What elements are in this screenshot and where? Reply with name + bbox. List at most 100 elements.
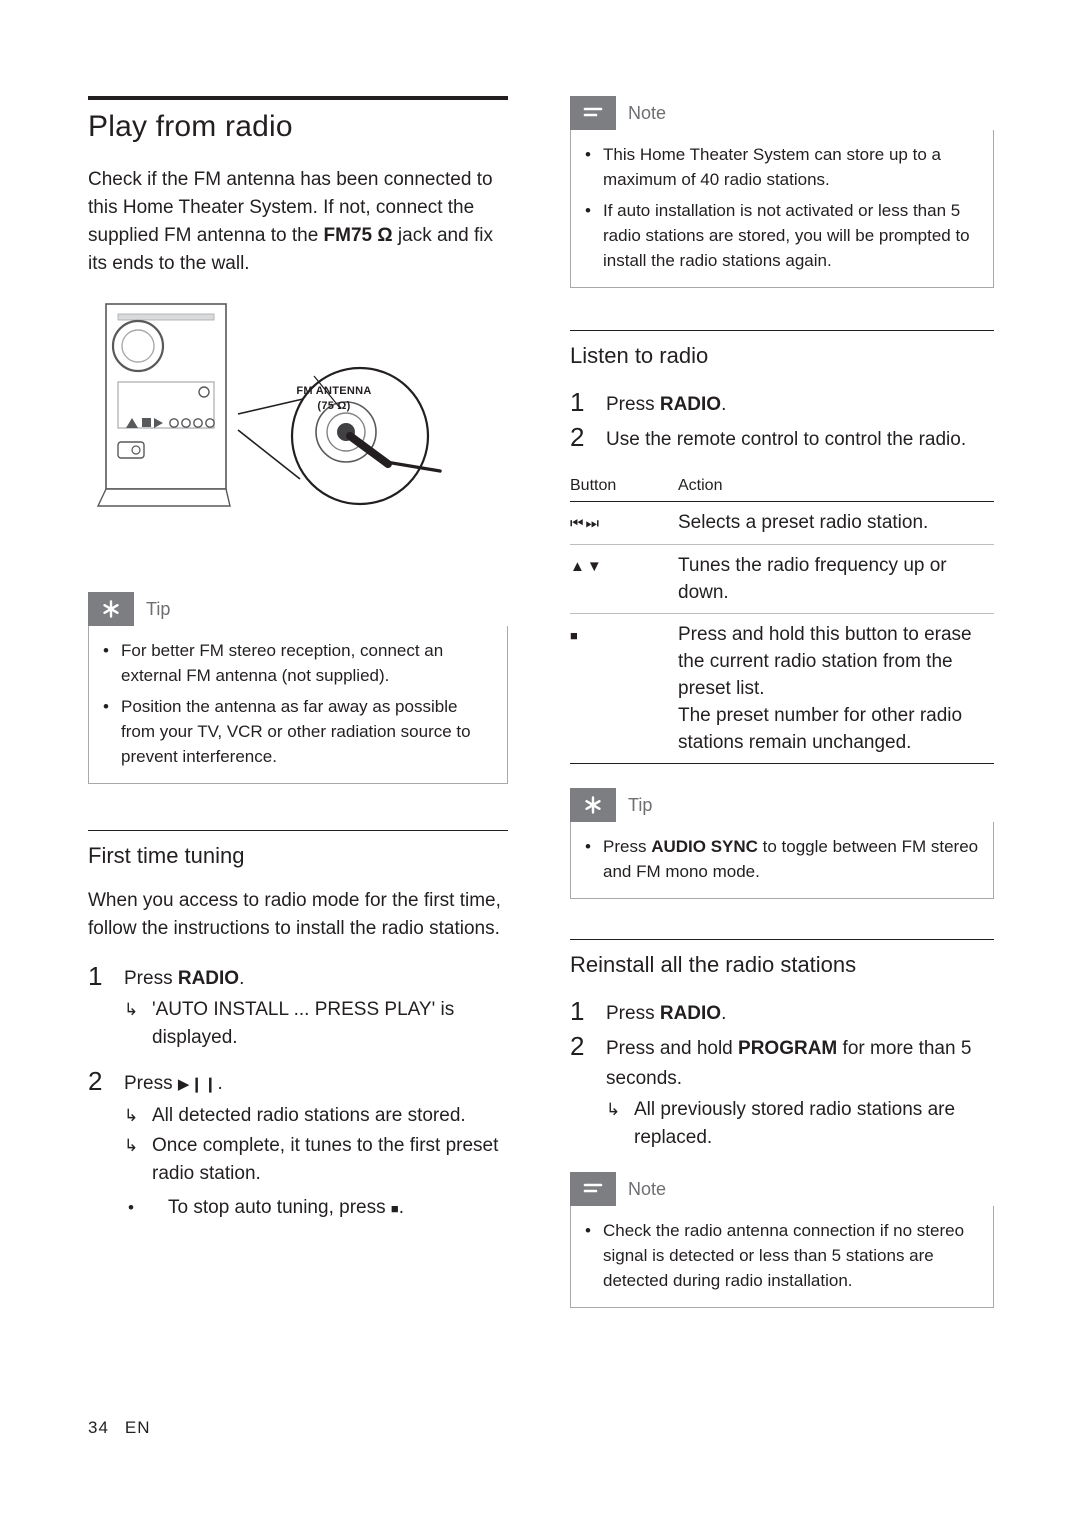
step-text-a: Press and hold xyxy=(606,1038,739,1059)
step-number: 1 xyxy=(570,387,585,417)
asterisk-icon xyxy=(103,600,119,618)
bullet-icon: • xyxy=(585,201,591,220)
tip-label-right: Tip xyxy=(628,794,653,815)
note-callout-top-header: Note xyxy=(570,96,994,130)
tip-body-right: • Press AUDIO SYNC to toggle between FM … xyxy=(570,822,994,899)
tip-label-left: Tip xyxy=(146,598,171,619)
tip-icon xyxy=(88,592,134,626)
step: 2 Use the remote control to control the … xyxy=(570,422,994,455)
tip-callout-right: Tip • Press AUDIO SYNC to toggle between… xyxy=(570,788,994,899)
listen-to-radio-heading: Listen to radio xyxy=(570,343,709,368)
step-text-c: . xyxy=(239,968,245,989)
step-text-c: . xyxy=(721,394,727,415)
play-pause-icon: ▶❙❙ xyxy=(177,1076,218,1093)
note-item: • If auto installation is not activated … xyxy=(585,198,979,273)
tip-item: • Position the antenna as far away as po… xyxy=(103,694,493,769)
tip-item: • For better FM stereo reception, connec… xyxy=(103,638,493,688)
step-substep: ↳ All previously stored radio stations a… xyxy=(606,1096,994,1152)
note-item-text: Check the radio antenna connection if no… xyxy=(603,1221,965,1290)
table-cell-action: Tunes the radio frequency up or down. xyxy=(678,544,994,614)
step-substep: ↳ 'AUTO INSTALL ... PRESS PLAY' is displ… xyxy=(124,996,508,1052)
lines-note-icon xyxy=(583,1183,603,1193)
page-title: Play from radio xyxy=(88,110,293,143)
note-item-text: This Home Theater System can store up to… xyxy=(603,145,941,189)
step: 1 Press RADIO. xyxy=(570,387,994,420)
tip-text-a: Press xyxy=(603,837,652,856)
tip-item-text: Position the antenna as far away as poss… xyxy=(121,697,471,766)
step-substep: ↳ All detected radio stations are stored… xyxy=(124,1102,508,1130)
note-body-bottom: • Check the radio antenna connection if … xyxy=(570,1206,994,1308)
antenna-diagram-svg xyxy=(96,303,442,507)
arrow-icon: ↳ xyxy=(124,1106,139,1125)
note-body-top: • This Home Theater System can store up … xyxy=(570,130,994,288)
step-bullet-text: To stop auto tuning, press ■. xyxy=(168,1197,405,1218)
bullet-icon: • xyxy=(585,1221,591,1240)
note-label-bottom: Note xyxy=(628,1178,667,1199)
step: 1 Press RADIO. xyxy=(88,961,508,994)
reinstall-section: Reinstall all the radio stations 1 Press… xyxy=(570,939,994,1152)
bullet-icon: • xyxy=(128,1198,134,1217)
section-rule xyxy=(88,830,508,831)
note-callout-top: Note • This Home Theater System can stor… xyxy=(570,96,994,288)
tip-icon xyxy=(570,788,616,822)
listen-to-radio-section: Listen to radio 1 Press RADIO. 2 Use the… xyxy=(570,330,994,764)
right-column: Note • This Home Theater System can stor… xyxy=(570,96,994,1326)
bullet-icon: • xyxy=(585,837,591,856)
step: 1 Press RADIO. xyxy=(570,996,994,1029)
table-cell-action-line1: Press and hold this button to erase the … xyxy=(678,624,972,699)
step-text-bold: RADIO xyxy=(659,394,722,415)
page-number: 34 xyxy=(88,1418,109,1437)
listen-steps: 1 Press RADIO. 2 Use the remote control … xyxy=(570,387,994,455)
arrow-icon: ↳ xyxy=(124,1000,139,1019)
intro-bold-jack: FM75 Ω xyxy=(323,225,393,246)
antenna-label: FM ANTENNA (75 Ω) xyxy=(274,384,394,414)
first-time-tuning-steps: 1 Press RADIO. ↳ 'AUTO INSTALL ... PRESS… xyxy=(88,961,508,1223)
step-text: Press and hold PROGRAM for more than 5 s… xyxy=(606,1031,994,1094)
page-language: EN xyxy=(124,1418,151,1437)
section-rule xyxy=(570,939,994,940)
table-cell-action-line2: The preset number for other radio statio… xyxy=(678,705,963,753)
table-cell-action: Press and hold this button to erase the … xyxy=(678,613,994,764)
step-substep: ↳ Once complete, it tunes to the first p… xyxy=(124,1132,508,1188)
note-item: • This Home Theater System can store up … xyxy=(585,142,979,192)
intro-paragraph: Check if the FM antenna has been connect… xyxy=(88,166,508,278)
page-footer: 34 EN xyxy=(88,1418,151,1438)
antenna-label-line2: (75 Ω) xyxy=(317,400,351,412)
step-number: 2 xyxy=(88,1066,103,1096)
step-number: 2 xyxy=(570,1031,585,1061)
substep-text: All detected radio stations are stored. xyxy=(152,1105,466,1126)
up-down-arrows-icon: ▲▼ xyxy=(570,544,678,614)
arrow-icon: ↳ xyxy=(606,1100,621,1119)
left-column: Play from radio Check if the FM antenna … xyxy=(88,96,508,1225)
tip-callout-right-header: Tip xyxy=(570,788,994,822)
antenna-illustration: FM ANTENNA (75 Ω) xyxy=(88,296,508,566)
note-callout-bottom: Note • Check the radio antenna connectio… xyxy=(570,1172,994,1308)
first-time-tuning-section: First time tuning When you access to rad… xyxy=(88,830,508,1223)
note-callout-bottom-header: Note xyxy=(570,1172,994,1206)
step-text-bold: RADIO xyxy=(177,968,240,989)
section-rule xyxy=(570,330,994,331)
tip-body-left: • For better FM stereo reception, connec… xyxy=(88,626,508,784)
asterisk-icon xyxy=(585,796,601,814)
first-time-tuning-intro: When you access to radio mode for the fi… xyxy=(88,890,501,939)
step-number: 1 xyxy=(88,961,103,991)
note-item-text: If auto installation is not activated or… xyxy=(603,201,970,270)
step-text-a: Press xyxy=(124,1073,178,1094)
step-text: Press RADIO. xyxy=(124,961,244,994)
column-header-action: Action xyxy=(678,473,994,502)
stop-square-icon: ■ xyxy=(390,1201,399,1216)
bullet-icon: • xyxy=(103,641,109,660)
note-icon xyxy=(570,1172,616,1206)
step-text-c: . xyxy=(721,1003,727,1024)
step-text-a: Press xyxy=(606,394,660,415)
lines-note-icon xyxy=(583,107,603,117)
step-text: Press RADIO. xyxy=(606,387,726,420)
step-text-bold: RADIO xyxy=(659,1003,722,1024)
step-text-a: Press xyxy=(606,1003,660,1024)
note-item: • Check the radio antenna connection if … xyxy=(585,1218,979,1293)
step-text: Press RADIO. xyxy=(606,996,726,1029)
table-row: ▲▼ Tunes the radio frequency up or down. xyxy=(570,544,994,614)
table-header-row: Button Action xyxy=(570,473,994,502)
tip-text-bold: AUDIO SYNC xyxy=(651,837,758,856)
button-action-table: Button Action ⏮⏭ Selects a preset radio … xyxy=(570,473,994,764)
